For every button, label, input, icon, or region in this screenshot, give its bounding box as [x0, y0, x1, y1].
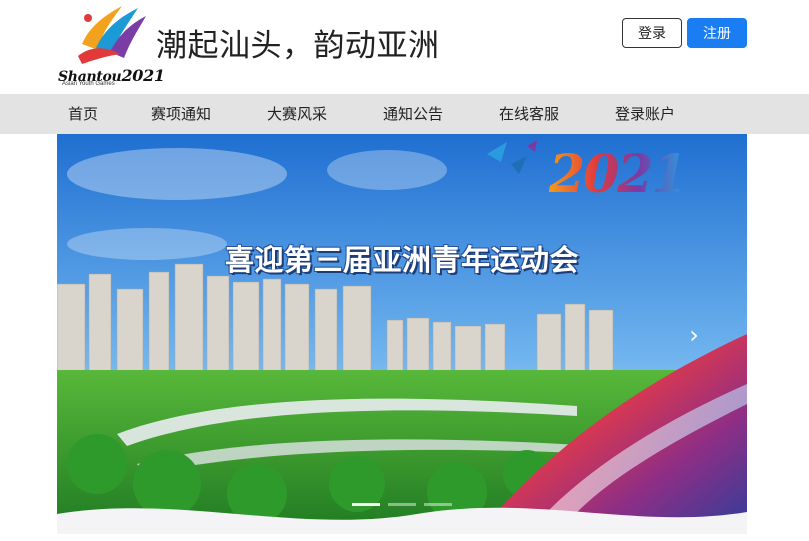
carousel-dot[interactable]: [352, 503, 380, 506]
nav-item-home[interactable]: 首页: [68, 94, 98, 134]
carousel-dot[interactable]: [388, 503, 416, 506]
nav-item-event-notices[interactable]: 赛项通知: [151, 94, 211, 134]
site-slogan: 潮起汕头，韵动亚洲: [156, 28, 440, 64]
login-button[interactable]: 登录: [622, 18, 682, 48]
nav-item-login-account[interactable]: 登录账户: [615, 94, 675, 134]
main-nav: 首页 赛项通知 大赛风采 通知公告 在线客服 登录账户: [0, 94, 809, 134]
site-logo[interactable]: Shantou2021 Asian Youth Games: [56, 0, 165, 94]
logo-emblem-icon: [78, 6, 146, 64]
carousel-dot[interactable]: [424, 503, 452, 506]
chevron-right-icon[interactable]: ›: [683, 321, 705, 349]
logo-subtitle: Asian Youth Games: [62, 81, 115, 87]
nav-item-customer-service[interactable]: 在线客服: [499, 94, 559, 134]
banner-year-graphic: 2021: [549, 144, 688, 205]
nav-item-announcements[interactable]: 通知公告: [383, 94, 443, 134]
carousel-indicators: [57, 503, 747, 506]
site-header: Shantou2021 Asian Youth Games 潮起汕头，韵动亚洲 …: [0, 0, 809, 94]
nav-item-highlights[interactable]: 大赛风采: [267, 94, 327, 134]
banner-title: 喜迎第三届亚洲青年运动会: [224, 243, 579, 277]
hero-banner[interactable]: 2021 喜迎第三届亚洲青年运动会 ›: [57, 134, 747, 534]
register-button[interactable]: 注册: [687, 18, 747, 48]
